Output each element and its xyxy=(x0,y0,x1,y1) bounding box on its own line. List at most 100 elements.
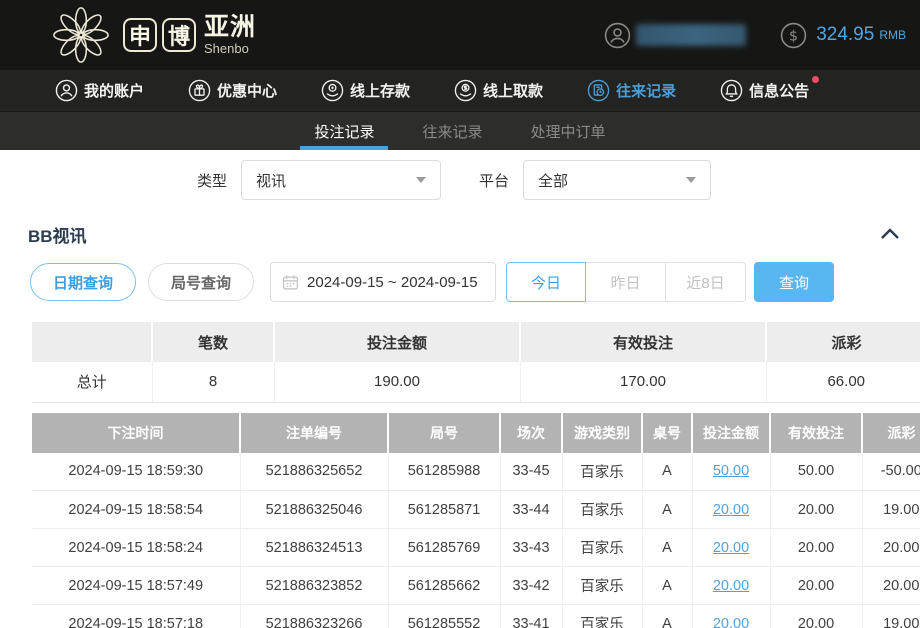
today-button[interactable]: 今日 xyxy=(506,262,586,302)
summary-cell: 170.00 xyxy=(520,362,766,402)
page: 申 博 亚洲 Shenbo $ 324.95 RMB xyxy=(0,0,920,628)
user-icon[interactable] xyxy=(604,22,631,49)
logo: 申 博 亚洲 Shenbo xyxy=(50,4,256,66)
summary-col-header: 笔数 xyxy=(152,322,274,362)
bet-cell: A xyxy=(642,491,692,529)
logo-region-text: 亚洲 xyxy=(204,15,256,40)
bet-col-header: 局号 xyxy=(388,413,500,453)
summary-col-header: 投注金额 xyxy=(274,322,520,362)
nav-label: 我的账户 xyxy=(84,80,144,101)
bet-cell: 33-41 xyxy=(500,605,562,628)
bet-col-header: 游戏类别 xyxy=(562,413,642,453)
date-range-input[interactable]: 2024-09-15 ~ 2024-09-15 xyxy=(270,262,496,302)
summary-col-header xyxy=(32,322,152,362)
nav-item-withdraw[interactable]: 线上取款 xyxy=(454,79,543,102)
bet-cell: 521886323852 xyxy=(240,567,388,605)
quick-date-group: 今日 昨日 近8日 xyxy=(506,262,746,302)
chevron-down-icon xyxy=(416,177,426,183)
redacted-username xyxy=(636,24,746,46)
bet-cell: 19.00 xyxy=(862,491,920,529)
bet-cell: 33-45 xyxy=(500,453,562,491)
records-icon xyxy=(587,79,610,102)
bet-amount-cell: 20.00 xyxy=(692,567,770,605)
bet-cell: 百家乐 xyxy=(562,453,642,491)
bet-cell: 2024-09-15 18:59:30 xyxy=(32,453,240,491)
tab-pending-orders[interactable]: 处理中订单 xyxy=(517,112,620,150)
nav-item-records[interactable]: 往来记录 xyxy=(587,79,676,102)
summary-total-row: 总计8190.00170.0066.00 xyxy=(32,362,920,402)
bet-cell: 20.00 xyxy=(770,529,862,567)
bet-cell: 561285988 xyxy=(388,453,500,491)
platform-filter-label: 平台 xyxy=(479,170,509,191)
bet-cell: 521886323266 xyxy=(240,605,388,628)
logo-char-box: 博 xyxy=(162,18,196,52)
bet-amount-link[interactable]: 20.00 xyxy=(713,502,749,518)
bet-col-header: 下注时间 xyxy=(32,413,240,453)
tab-transaction-records[interactable]: 往来记录 xyxy=(408,112,496,150)
bet-table-body: 2024-09-15 18:59:30521886325652561285988… xyxy=(32,453,920,628)
bet-col-header: 投注金额 xyxy=(692,413,770,453)
last8days-button[interactable]: 近8日 xyxy=(666,262,746,302)
bet-cell: 20.00 xyxy=(770,491,862,529)
bell-icon xyxy=(720,79,743,102)
bet-cell: 20.00 xyxy=(770,605,862,628)
flower-logo-icon xyxy=(50,4,112,66)
date-query-button[interactable]: 日期查询 xyxy=(30,263,136,301)
bet-col-header: 注单编号 xyxy=(240,413,388,453)
nav-item-my-account[interactable]: 我的账户 xyxy=(55,79,144,102)
summary-cell: 8 xyxy=(152,362,274,402)
logo-brand-text: Shenbo xyxy=(204,42,256,55)
balance-currency: RMB xyxy=(879,28,906,42)
platform-select-value: 全部 xyxy=(538,170,568,191)
notification-dot xyxy=(812,76,819,83)
person-icon xyxy=(55,79,78,102)
bet-table: 下注时间注单编号局号场次游戏类别桌号投注金额有效投注派彩 2024-09-15 … xyxy=(32,413,920,628)
bet-cell: 20.00 xyxy=(862,567,920,605)
query-row: 日期查询 局号查询 2024-09-15 ~ 2024-09-15 今日 昨日 … xyxy=(30,263,920,301)
bet-cell: 561285662 xyxy=(388,567,500,605)
date-range-value: 2024-09-15 ~ 2024-09-15 xyxy=(307,274,478,291)
bet-cell: 2024-09-15 18:58:24 xyxy=(32,529,240,567)
withdraw-icon xyxy=(454,79,477,102)
bet-cell: 521886325652 xyxy=(240,453,388,491)
bet-cell: A xyxy=(642,567,692,605)
bet-amount-link[interactable]: 50.00 xyxy=(713,463,749,479)
summary-col-header: 有效投注 xyxy=(520,322,766,362)
table-row: 2024-09-15 18:57:18521886323266561285552… xyxy=(32,605,920,628)
bet-cell: 521886324513 xyxy=(240,529,388,567)
bet-cell: 2024-09-15 18:57:49 xyxy=(32,567,240,605)
type-select[interactable]: 视讯 xyxy=(241,160,441,200)
nav-label: 线上存款 xyxy=(350,80,410,101)
chevron-up-icon xyxy=(880,227,900,241)
bet-cell: 百家乐 xyxy=(562,605,642,628)
header-user-area: $ 324.95 RMB xyxy=(604,22,906,49)
nav-item-deposit[interactable]: 线上存款 xyxy=(321,79,410,102)
search-button[interactable]: 查询 xyxy=(754,262,834,302)
table-row: 2024-09-15 18:58:24521886324513561285769… xyxy=(32,529,920,567)
platform-select[interactable]: 全部 xyxy=(523,160,711,200)
bet-cell: 33-42 xyxy=(500,567,562,605)
bet-cell: A xyxy=(642,605,692,628)
bet-table-header-row: 下注时间注单编号局号场次游戏类别桌号投注金额有效投注派彩 xyxy=(32,413,920,453)
gift-icon xyxy=(188,79,211,102)
nav-item-promotions[interactable]: 优惠中心 xyxy=(188,79,277,102)
bet-cell: A xyxy=(642,453,692,491)
tab-bar: 投注记录 往来记录 处理中订单 xyxy=(0,111,920,150)
bet-amount-link[interactable]: 20.00 xyxy=(713,616,749,628)
filter-row: 类型 视讯 平台 全部 xyxy=(197,160,920,200)
bet-cell: 561285871 xyxy=(388,491,500,529)
yesterday-button[interactable]: 昨日 xyxy=(586,262,666,302)
bet-cell: 33-43 xyxy=(500,529,562,567)
bet-col-header: 派彩 xyxy=(862,413,920,453)
logo-region: 亚洲 Shenbo xyxy=(204,15,256,55)
tab-bet-records[interactable]: 投注记录 xyxy=(300,112,388,150)
section-title: BB视讯 xyxy=(28,222,87,247)
nav-bar: 我的账户 优惠中心 线上存款 xyxy=(0,70,920,111)
collapse-button[interactable] xyxy=(880,227,900,241)
type-select-value: 视讯 xyxy=(256,170,286,191)
nav-item-announcements[interactable]: 信息公告 xyxy=(720,79,809,102)
bet-amount-link[interactable]: 20.00 xyxy=(713,540,749,556)
table-row: 2024-09-15 18:58:54521886325046561285871… xyxy=(32,491,920,529)
bet-amount-link[interactable]: 20.00 xyxy=(713,578,749,594)
round-query-button[interactable]: 局号查询 xyxy=(148,263,254,301)
